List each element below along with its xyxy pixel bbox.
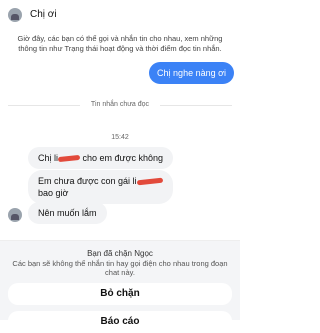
incoming-message-bubble: Chị li cho em được không xyxy=(28,147,173,169)
report-button[interactable]: Báo cáo xyxy=(8,311,232,333)
avatar[interactable] xyxy=(8,8,22,22)
block-subtitle: Các bạn sẽ không thể nhắn tin hay gọi đi… xyxy=(12,259,228,277)
timestamp: 15:42 xyxy=(111,134,129,141)
message-text: Chị li xyxy=(38,153,59,163)
incoming-message-bubble: Em chưa được con gái li bao giờ xyxy=(28,170,173,204)
message-text: Em chưa được con gái li xyxy=(38,176,137,186)
message-text: cho em được không xyxy=(82,153,163,163)
message-text: Nên muốn lắm xyxy=(38,208,97,218)
redaction-mark xyxy=(57,154,81,163)
contact-name: Chị ơi xyxy=(30,9,57,20)
notice-text: Giờ đây, các bạn có thể gọi và nhắn tin … xyxy=(17,34,223,53)
block-sheet: Bạn đã chặn Ngọc Các bạn sẽ không thể nh… xyxy=(0,240,240,333)
redaction-mark xyxy=(136,177,163,186)
incoming-message-bubble: Nên muốn lắm xyxy=(28,202,107,224)
block-title: Bạn đã chặn Ngọc xyxy=(87,249,153,258)
avatar[interactable] xyxy=(8,208,22,222)
outgoing-message-bubble: Chị nghe nàng ơi xyxy=(149,62,234,84)
message-text: bao giờ xyxy=(38,188,69,198)
unread-divider-label: Tin nhắn chưa đọc xyxy=(90,101,150,108)
unblock-button[interactable]: Bỏ chặn xyxy=(8,283,232,305)
